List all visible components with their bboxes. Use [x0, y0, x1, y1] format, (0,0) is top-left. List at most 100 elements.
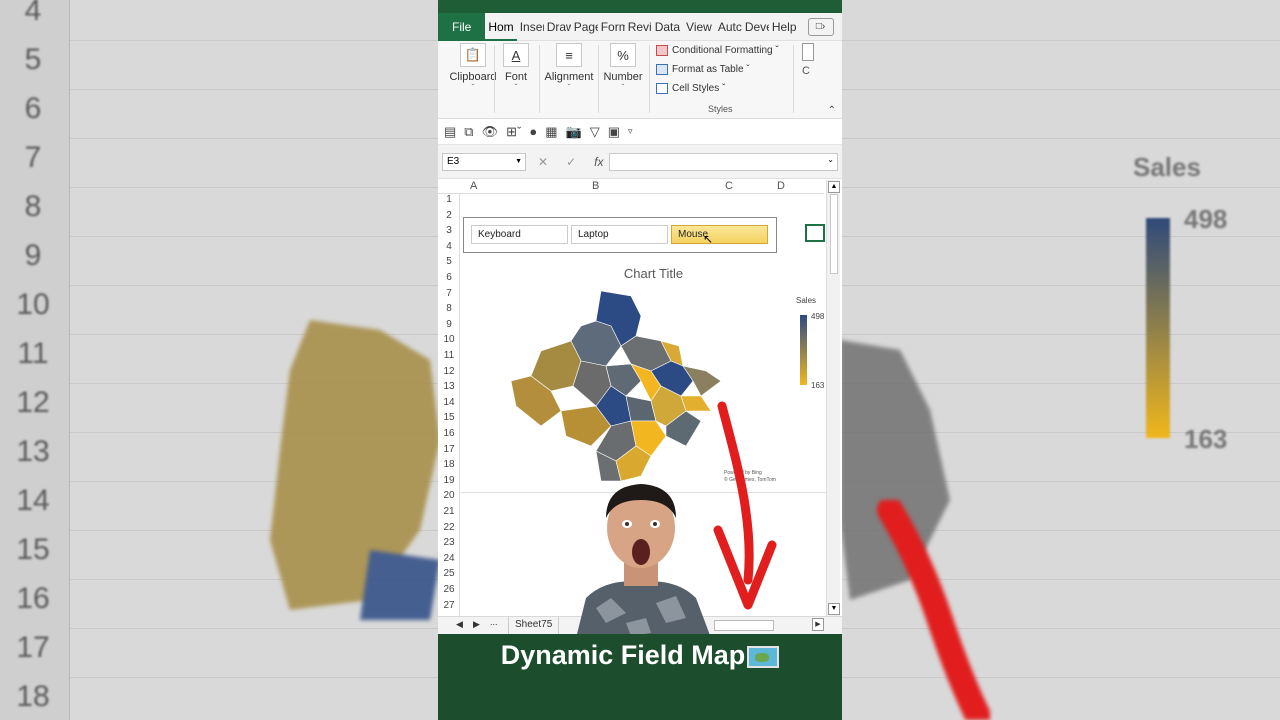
row-header[interactable]: 12 — [438, 366, 460, 377]
row-header[interactable]: 3 — [438, 225, 460, 236]
record-icon[interactable]: ● — [529, 124, 537, 139]
name-box[interactable]: E3 ▼ — [442, 152, 526, 171]
bg-map-left — [270, 320, 440, 620]
row-header[interactable]: 5 — [438, 256, 460, 267]
row-header[interactable]: 16 — [438, 428, 460, 439]
alignment-label: Alignment — [544, 71, 594, 83]
font-group[interactable]: A Font ˇ — [500, 43, 532, 92]
bg-row-number: 10 — [16, 288, 50, 321]
row-header[interactable]: 11 — [438, 350, 460, 361]
format-as-table-button[interactable]: Format as Table ˇ — [656, 64, 750, 75]
row-header[interactable]: 25 — [438, 568, 460, 579]
tab-file[interactable]: File — [438, 12, 486, 41]
horizontal-scrollbar[interactable] — [714, 620, 774, 631]
borders-icon[interactable]: ⊞ˇ — [506, 124, 521, 140]
row-header[interactable]: 18 — [438, 459, 460, 470]
bg-row-number: 15 — [16, 533, 50, 566]
caption-banner: Dynamic Field Map — [438, 634, 842, 720]
slicer-item-mouse[interactable]: Mouse — [671, 225, 768, 244]
row-header[interactable]: 13 — [438, 381, 460, 392]
tab-formulas[interactable]: Form — [598, 20, 625, 34]
row-header[interactable]: 22 — [438, 522, 460, 533]
comments-icon[interactable]: □› — [807, 17, 834, 36]
row-header[interactable]: 10 — [438, 334, 460, 345]
sheet-tab[interactable]: Sheet75 — [508, 617, 560, 634]
row-header[interactable]: 19 — [438, 475, 460, 486]
next-sheet-icon[interactable]: ▶ — [473, 619, 480, 630]
chart-title[interactable]: Chart Title — [461, 266, 842, 281]
row-header[interactable]: 4 — [438, 241, 460, 252]
bg-row-number: 11 — [17, 337, 49, 370]
row-header[interactable]: 8 — [438, 303, 460, 314]
row-header[interactable]: 17 — [438, 444, 460, 455]
slicer-item-keyboard[interactable]: Keyboard — [471, 225, 568, 244]
number-group[interactable]: % Number ˇ — [603, 43, 643, 92]
scroll-up-icon[interactable]: ▲ — [828, 181, 840, 193]
collapse-ribbon-icon[interactable]: ⌃ — [828, 105, 836, 116]
scroll-down-icon[interactable]: ▼ — [828, 603, 840, 615]
more-sheets-button[interactable]: ... — [490, 617, 498, 627]
row-header[interactable]: 26 — [438, 584, 460, 595]
cancel-icon[interactable]: ✕ — [538, 155, 548, 169]
chevron-down-icon[interactable]: ⌄ — [827, 155, 834, 164]
tab-data[interactable]: Data — [652, 20, 683, 34]
column-header-b[interactable]: B — [592, 180, 599, 192]
row-header[interactable]: 20 — [438, 490, 460, 501]
tab-home[interactable]: Hom — [485, 13, 517, 41]
row-header[interactable]: 24 — [438, 553, 460, 564]
scroll-thumb[interactable] — [830, 194, 838, 274]
column-header-d[interactable]: D — [777, 180, 785, 192]
cell-styles-icon — [656, 83, 668, 94]
tab-review[interactable]: Revie — [625, 20, 652, 34]
copy-format-icon[interactable]: ⧉ — [464, 124, 473, 140]
row-header[interactable]: 14 — [438, 397, 460, 408]
filter-icon[interactable]: ▽ — [590, 124, 600, 140]
column-header-a[interactable]: A — [470, 180, 477, 192]
tab-help[interactable]: Help — [769, 20, 800, 34]
slicer-item-laptop[interactable]: Laptop — [571, 225, 668, 244]
bg-row-number: 7 — [24, 141, 42, 174]
tab-automate[interactable]: Autc — [715, 20, 742, 34]
eye-icon[interactable]: 👁 — [482, 124, 499, 140]
clipboard-icon: 📋 — [460, 43, 486, 67]
mouse-pointer-icon: ↖ — [703, 232, 714, 246]
row-header[interactable]: 2 — [438, 210, 460, 221]
column-header-c[interactable]: C — [725, 180, 733, 192]
styles-group-label: Styles — [708, 104, 733, 114]
tab-draw[interactable]: Draw — [544, 20, 571, 34]
prev-sheet-icon[interactable]: ◀ — [456, 619, 463, 630]
title-bar — [438, 0, 842, 13]
row-header[interactable]: 6 — [438, 272, 460, 283]
chart-icon[interactable]: ▣ — [608, 124, 620, 140]
tab-insert[interactable]: Inser — [517, 20, 544, 34]
clipboard-group[interactable]: 📋 Clipboard ˇ — [446, 43, 500, 92]
bg-legend-title: Sales — [1133, 152, 1201, 182]
row-header[interactable]: 7 — [438, 288, 460, 299]
row-header[interactable]: 21 — [438, 506, 460, 517]
conditional-formatting-button[interactable]: Conditional Formatting ˇ — [656, 45, 779, 56]
camera-icon[interactable]: 📷 — [566, 124, 582, 140]
table-icon[interactable]: ▦ — [545, 124, 557, 140]
insert-function-button[interactable]: fx — [594, 155, 603, 169]
vertical-scrollbar[interactable]: ▲ ▼ — [826, 180, 840, 616]
tab-page-layout[interactable]: Page — [571, 20, 598, 34]
alignment-icon: ≡ — [556, 43, 582, 67]
chevron-down-icon: ▼ — [515, 157, 522, 165]
customize-toolbar-icon[interactable]: ▿ — [628, 126, 633, 137]
row-header[interactable]: 15 — [438, 412, 460, 423]
formula-input[interactable]: ⌄ — [609, 152, 838, 171]
cell-styles-button[interactable]: Cell Styles ˇ — [656, 83, 725, 94]
form-icon[interactable]: ▤ — [444, 124, 456, 140]
bg-legend-max: 498 — [1184, 204, 1228, 234]
tab-view[interactable]: View — [683, 20, 715, 34]
row-header[interactable]: 1 — [438, 194, 460, 205]
tab-developer[interactable]: Deve — [742, 20, 769, 34]
cells-group[interactable]: C — [802, 43, 814, 77]
alignment-group[interactable]: ≡ Alignment ˇ — [544, 43, 594, 92]
row-header[interactable]: 9 — [438, 319, 460, 330]
row-header[interactable]: 27 — [438, 600, 460, 611]
enter-icon[interactable]: ✓ — [566, 155, 576, 169]
row-header[interactable]: 23 — [438, 537, 460, 548]
bg-row-number: 12 — [16, 386, 50, 419]
active-cell[interactable] — [805, 224, 825, 242]
